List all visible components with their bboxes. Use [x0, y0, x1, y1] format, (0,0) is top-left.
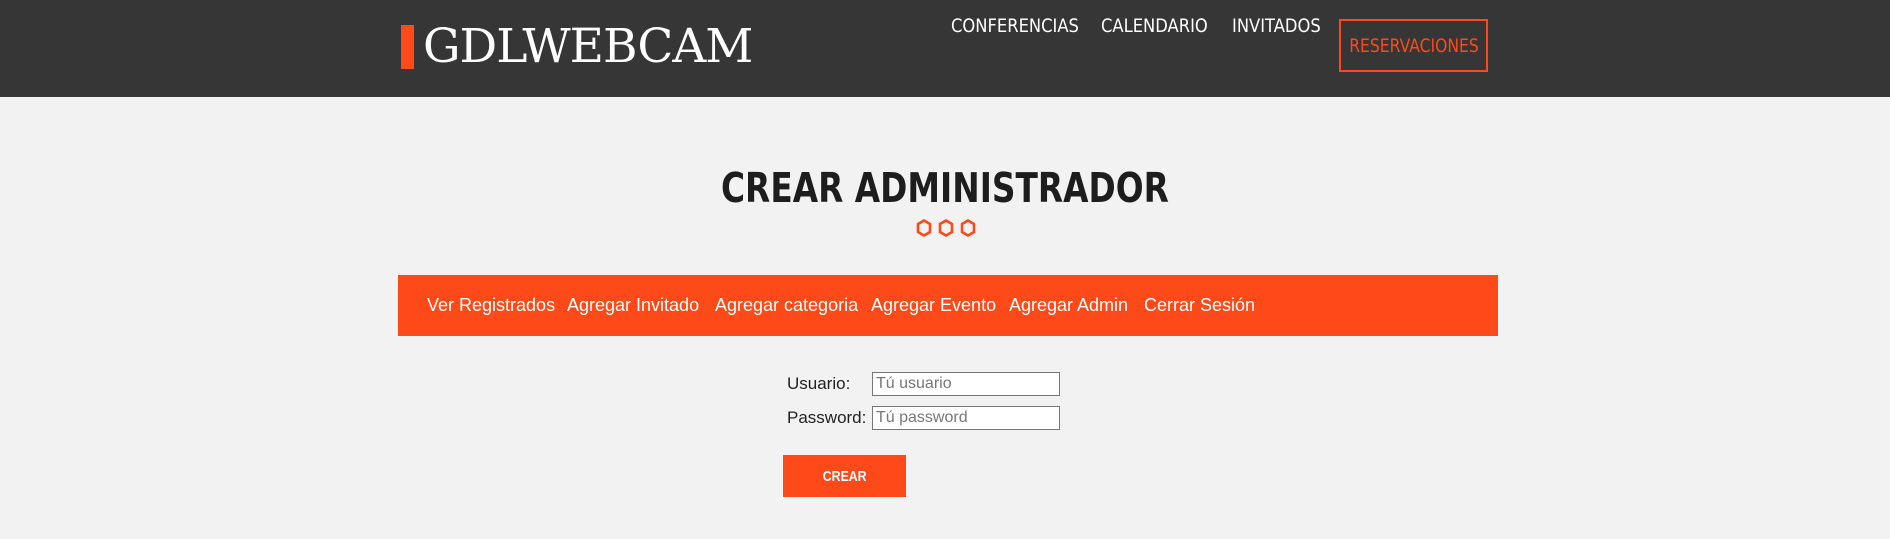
menu-item-agregar-invitado[interactable]: Agregar Invitado	[567, 275, 699, 336]
hexagon-outline-icon	[960, 219, 976, 237]
admin-menu: Ver Registrados Agregar Invitado Agregar…	[398, 275, 1498, 336]
crear-button-label: Crear	[822, 467, 867, 485]
top-header: GDLWEBCAM Conferencias Calendario Invita…	[0, 0, 1890, 97]
usuario-label: Usuario:	[787, 374, 851, 393]
password-label: Password:	[787, 408, 867, 427]
page-title-text: CREAR ADMINISTRADOR	[721, 164, 1169, 212]
menu-item-agregar-admin[interactable]: Agregar Admin	[1009, 275, 1128, 336]
hexagon-outline-icon	[938, 219, 954, 237]
nav-link-invitados[interactable]: Invitados	[1232, 0, 1321, 52]
hexagon-outline-icon	[916, 219, 932, 237]
menu-item-agregar-evento[interactable]: Agregar Evento	[871, 275, 996, 336]
page-title: CREAR ADMINISTRADOR	[0, 163, 1890, 213]
password-input[interactable]	[872, 406, 1060, 430]
reservaciones-button[interactable]: Reservaciones	[1339, 19, 1488, 72]
menu-item-cerrar-sesion[interactable]: Cerrar Sesión	[1144, 275, 1255, 336]
nav-link-conferencias[interactable]: Conferencias	[951, 0, 1079, 52]
hexagon-decoration-icon	[916, 219, 976, 237]
reservaciones-label: Reservaciones	[1348, 34, 1479, 57]
logo-text: GDLWEBCAM	[423, 19, 753, 74]
nav-link-calendario[interactable]: Calendario	[1101, 0, 1208, 52]
menu-item-ver-registrados[interactable]: Ver Registrados	[427, 275, 555, 336]
crear-button[interactable]: Crear	[783, 455, 906, 497]
site-logo[interactable]: GDLWEBCAM	[401, 19, 753, 74]
logo-accent-bar	[401, 25, 414, 69]
menu-item-agregar-categoria[interactable]: Agregar categoria	[715, 275, 858, 336]
usuario-input[interactable]	[872, 372, 1060, 396]
